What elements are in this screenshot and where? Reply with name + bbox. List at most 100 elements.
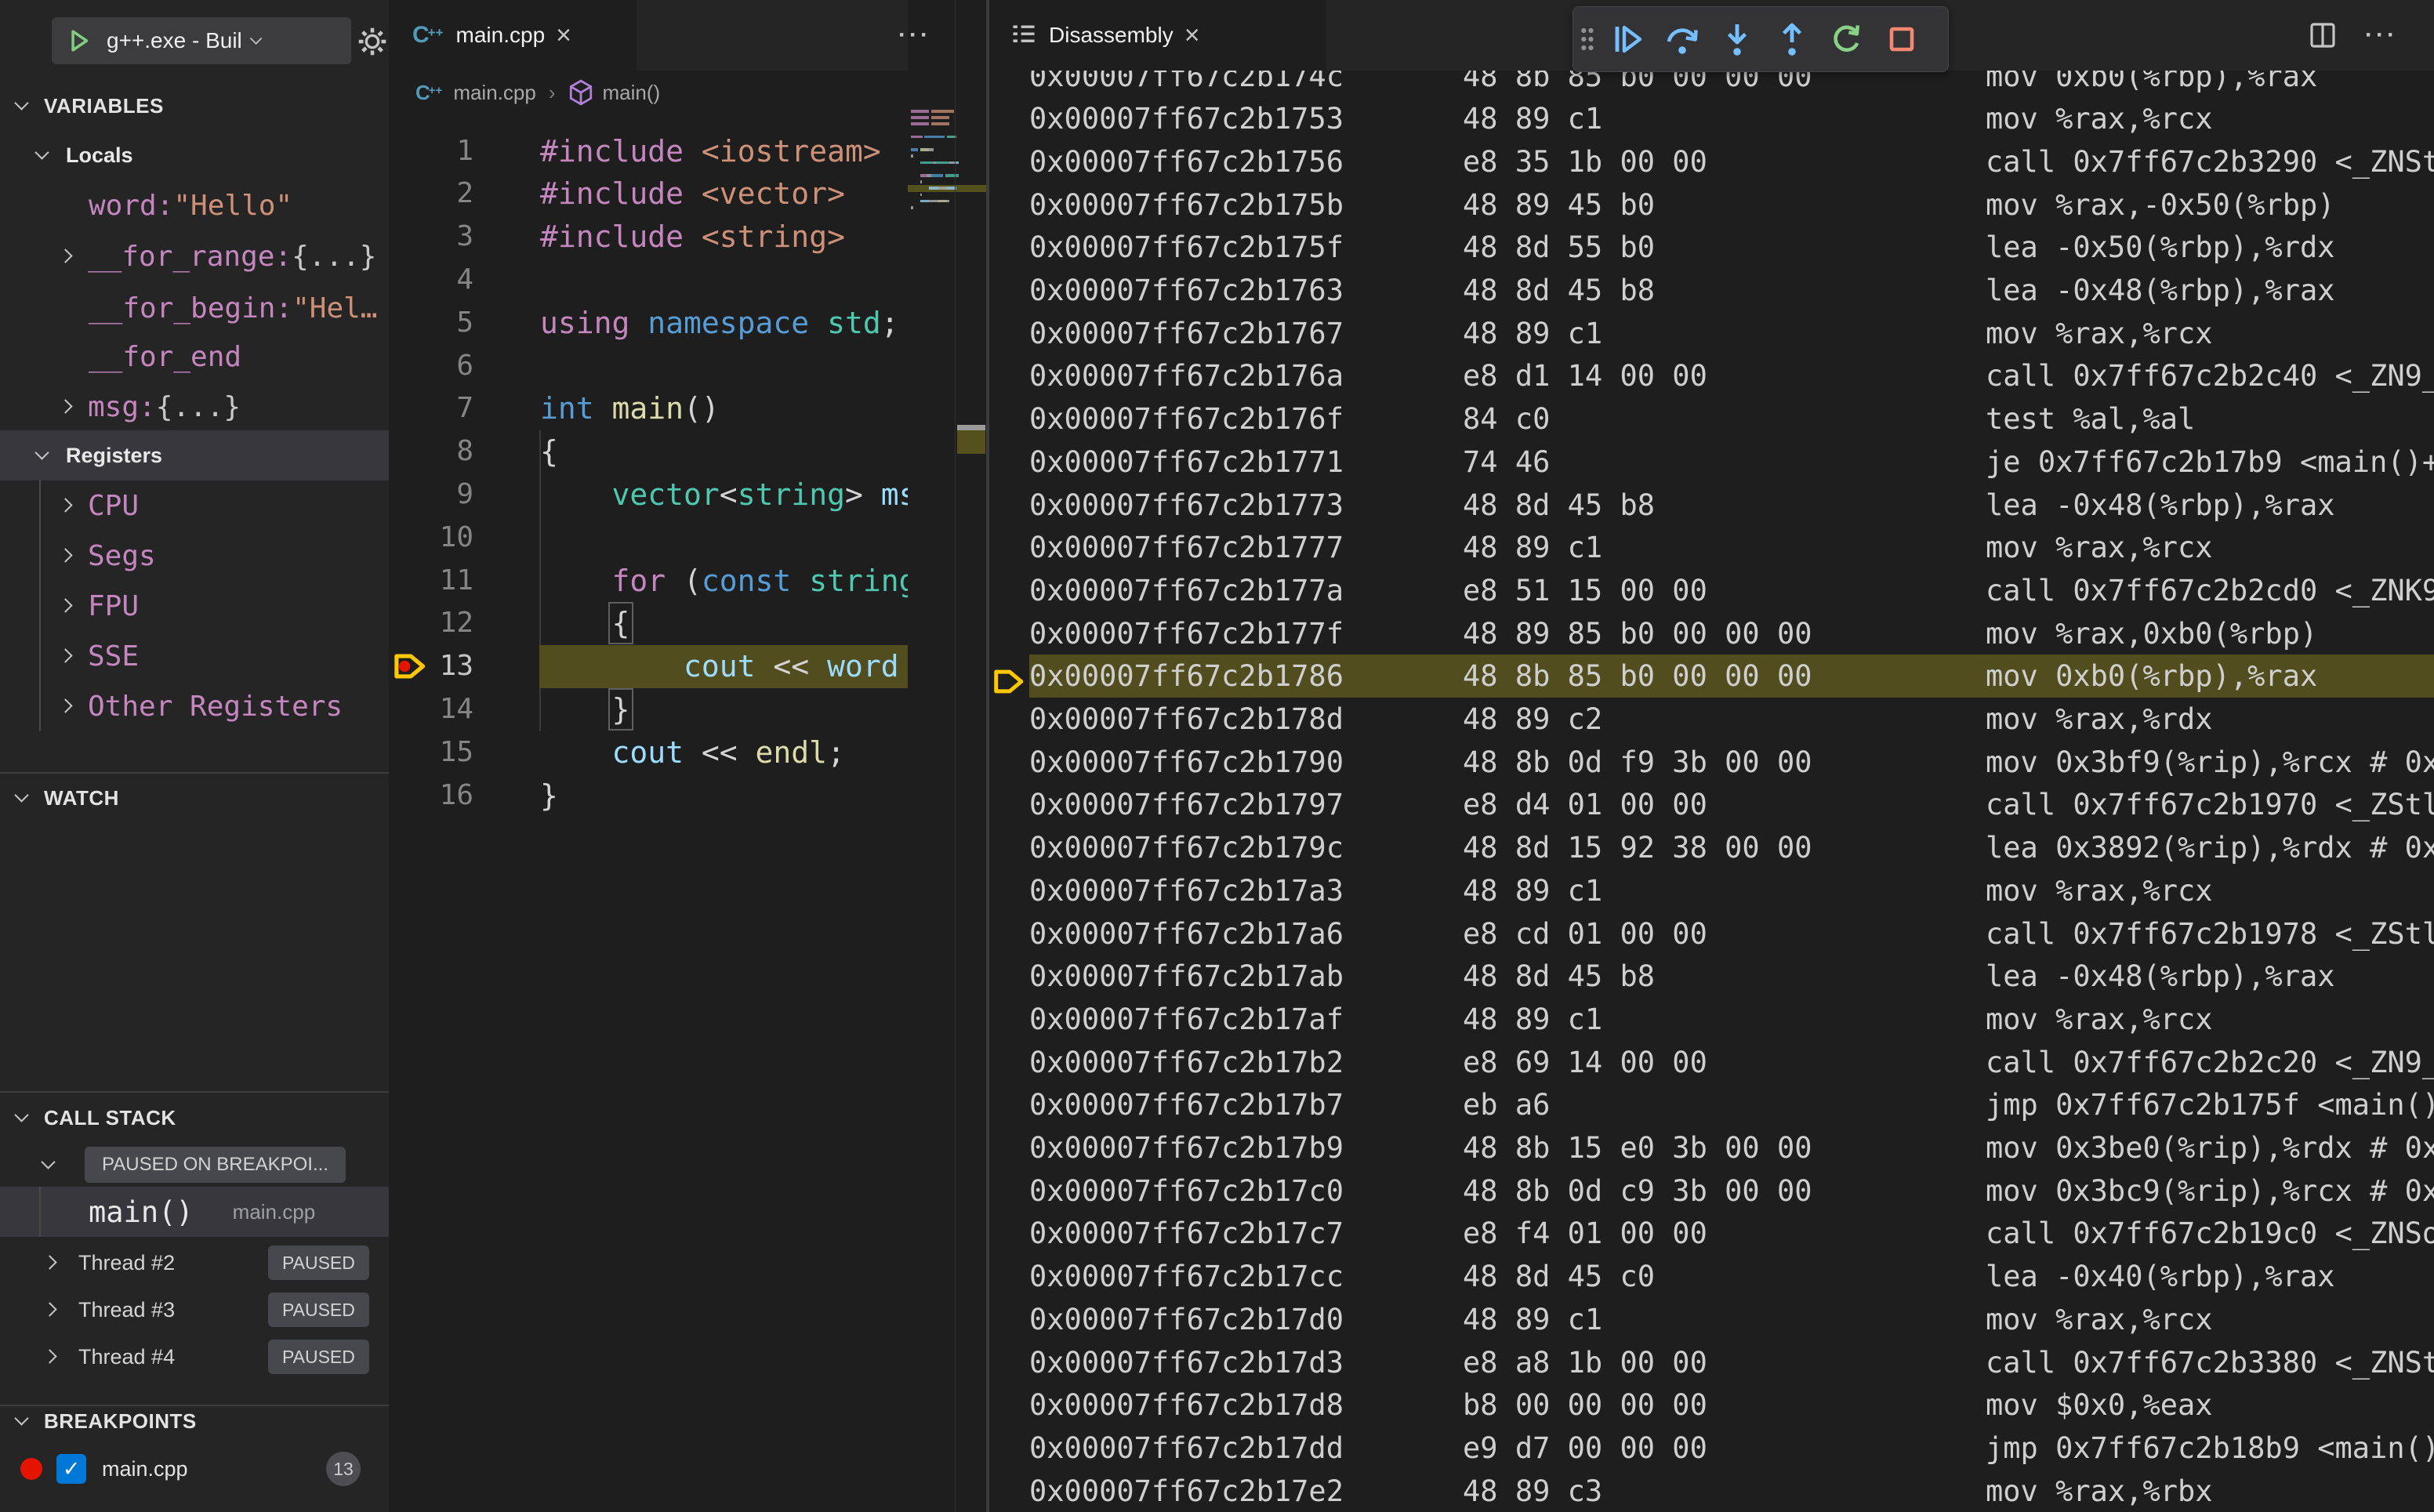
code-line[interactable]: #include <string> <box>540 216 845 259</box>
code-area[interactable]: 1#include <iostream>2#include <vector>3#… <box>389 114 908 1512</box>
tree-item[interactable]: msg: {...} <box>0 382 389 432</box>
tree-item[interactable]: SSE <box>0 631 389 681</box>
tree-item[interactable]: FPU <box>0 581 389 631</box>
disasm-row[interactable]: 0x00007ff67c2b178648 8b 85 b0 00 00 00mo… <box>989 654 2434 698</box>
disasm-row[interactable]: 0x00007ff67c2b17d3e8 a8 1b 00 00call 0x7… <box>989 1341 2434 1384</box>
breadcrumb-file[interactable]: main.cpp <box>453 81 536 105</box>
disasm-row[interactable]: 0x00007ff67c2b17dde9 d7 00 00 00jmp 0x7f… <box>989 1427 2434 1470</box>
section-header-breakpoints[interactable]: BREAKPOINTS <box>0 1396 389 1446</box>
chevron-down-icon <box>14 98 30 114</box>
disasm-row[interactable]: 0x00007ff67c2b17d8b8 00 00 00 00mov $0x0… <box>989 1383 2434 1427</box>
breadcrumb-symbol[interactable]: main() <box>602 81 660 105</box>
breakpoint-row[interactable]: ✓ main.cpp 13 <box>0 1444 389 1494</box>
tree-item[interactable]: Locals <box>0 130 389 180</box>
disasm-row[interactable]: 0x00007ff67c2b177f48 89 85 b0 00 00 00mo… <box>989 612 2434 655</box>
gear-icon[interactable] <box>354 24 390 60</box>
section-header-watch[interactable]: WATCH <box>0 773 389 823</box>
line-number: 1 <box>419 130 473 173</box>
code-line[interactable]: for (const string <box>540 560 908 603</box>
disasm-row[interactable]: 0x00007ff67c2b178d48 89 c2mov %rax,%rdx <box>989 698 2434 741</box>
debug-toolbar <box>1572 6 1949 72</box>
disasm-address: 0x00007ff67c2b17d0 <box>1029 1298 1344 1341</box>
tree-item[interactable]: __for_range: {...} <box>0 231 389 281</box>
scrollbar-slider[interactable] <box>957 425 985 430</box>
disasm-row[interactable]: 0x00007ff67c2b177748 89 c1mov %rax,%rcx <box>989 526 2434 569</box>
call-stack-session-row[interactable]: PAUSED ON BREAKPOI... <box>0 1140 389 1190</box>
tree-item[interactable]: __for_begin: "Hel… <box>0 283 389 333</box>
call-stack-thread-row[interactable]: Thread #3PAUSED <box>0 1285 389 1335</box>
continue-button[interactable] <box>1600 12 1655 67</box>
code-line[interactable]: int main() <box>540 387 720 430</box>
disasm-row[interactable]: 0x00007ff67c2b175f48 8d 55 b0lea -0x50(%… <box>989 226 2434 269</box>
tab-disassembly[interactable]: Disassembly × <box>989 0 1326 71</box>
step-over-button[interactable] <box>1655 12 1710 67</box>
overview-ruler[interactable] <box>955 0 987 1512</box>
disasm-row[interactable]: 0x00007ff67c2b17d048 89 c1mov %rax,%rcx <box>989 1298 2434 1341</box>
tree-item[interactable]: Segs <box>0 531 389 581</box>
code-line[interactable]: { <box>540 430 558 473</box>
disasm-row[interactable]: 0x00007ff67c2b17e248 89 c3mov %rax,%rbx <box>989 1470 2434 1512</box>
code-line[interactable]: } <box>540 688 629 731</box>
split-editor-button[interactable] <box>2306 0 2339 71</box>
disasm-row[interactable]: 0x00007ff67c2b179048 8b 0d f9 3b 00 00mo… <box>989 741 2434 784</box>
code-token: string <box>809 564 908 598</box>
disasm-row[interactable]: 0x00007ff67c2b179c48 8d 15 92 38 00 00le… <box>989 826 2434 869</box>
restart-button[interactable] <box>1819 12 1874 67</box>
disasm-row[interactable]: 0x00007ff67c2b1756e8 35 1b 00 00call 0x7… <box>989 140 2434 183</box>
disasm-row[interactable]: 0x00007ff67c2b17c048 8b 0d c9 3b 00 00mo… <box>989 1169 2434 1213</box>
line-number: 4 <box>419 259 473 302</box>
code-line[interactable]: cout << word <box>540 645 899 688</box>
disasm-row[interactable]: 0x00007ff67c2b176748 89 c1mov %rax,%rcx <box>989 312 2434 355</box>
code-line[interactable]: cout << endl; <box>540 731 845 774</box>
disasm-row[interactable]: 0x00007ff67c2b17a348 89 c1mov %rax,%rcx <box>989 869 2434 912</box>
step-out-button[interactable] <box>1765 12 1819 67</box>
code-line[interactable]: using namespace std; <box>540 302 899 345</box>
disasm-row[interactable]: 0x00007ff67c2b17b2e8 69 14 00 00call 0x7… <box>989 1041 2434 1084</box>
disasm-row[interactable]: 0x00007ff67c2b1797e8 d4 01 00 00call 0x7… <box>989 783 2434 826</box>
disasm-row[interactable]: 0x00007ff67c2b17a6e8 cd 01 00 00call 0x7… <box>989 912 2434 955</box>
code-line[interactable]: vector<string> ms <box>540 473 908 517</box>
minimap-line <box>920 148 930 151</box>
tree-item[interactable]: Registers <box>0 430 389 480</box>
call-stack-frame-row[interactable]: main() main.cpp <box>0 1187 389 1237</box>
tree-item[interactable]: Other Registers <box>0 681 389 731</box>
disasm-row[interactable]: 0x00007ff67c2b17b7eb a6jmp 0x7ff67c2b175… <box>989 1083 2434 1126</box>
disasm-row[interactable]: 0x00007ff67c2b17c7e8 f4 01 00 00call 0x7… <box>989 1212 2434 1255</box>
section-header-call-stack[interactable]: CALL STACK <box>0 1093 389 1143</box>
disasm-row[interactable]: 0x00007ff67c2b177348 8d 45 b8lea -0x48(%… <box>989 484 2434 527</box>
close-icon[interactable]: × <box>556 22 571 49</box>
disasm-row[interactable]: 0x00007ff67c2b175b48 89 45 b0mov %rax,-0… <box>989 183 2434 227</box>
disasm-row[interactable]: 0x00007ff67c2b176f84 c0test %al,%al <box>989 397 2434 441</box>
more-actions-icon[interactable]: ··· <box>898 22 931 49</box>
disasm-row[interactable]: 0x00007ff67c2b17ab48 8d 45 b8lea -0x48(%… <box>989 955 2434 998</box>
tab-main-cpp[interactable]: C++ main.cpp × <box>389 0 637 71</box>
disasm-row[interactable]: 0x00007ff67c2b176348 8d 45 b8lea -0x48(%… <box>989 269 2434 312</box>
drag-handle-icon[interactable] <box>1573 12 1600 67</box>
disasm-row[interactable]: 0x00007ff67c2b17b948 8b 15 e0 3b 00 00mo… <box>989 1126 2434 1169</box>
editor-actions[interactable]: ··· <box>2365 0 2398 71</box>
tree-item[interactable]: __for_end <box>0 332 389 382</box>
code-line[interactable]: } <box>540 774 558 818</box>
call-stack-thread-row[interactable]: Thread #4PAUSED <box>0 1332 389 1382</box>
disasm-row[interactable]: 0x00007ff67c2b17cc48 8d 45 c0lea -0x40(%… <box>989 1255 2434 1298</box>
close-icon[interactable]: × <box>1184 22 1200 49</box>
step-into-button[interactable] <box>1710 12 1765 67</box>
disasm-row[interactable]: 0x00007ff67c2b175348 89 c1mov %rax,%rcx <box>989 97 2434 140</box>
disasm-address: 0x00007ff67c2b17cc <box>1029 1255 1344 1298</box>
start-debugging-icon[interactable] <box>64 26 94 56</box>
section-header-variables[interactable]: VARIABLES <box>0 81 389 131</box>
code-line[interactable]: #include <vector> <box>540 172 845 216</box>
disasm-row[interactable]: 0x00007ff67c2b17af48 89 c1mov %rax,%rcx <box>989 998 2434 1041</box>
code-line[interactable]: #include <iostream> <box>540 130 881 173</box>
tree-item[interactable]: CPU <box>0 480 389 531</box>
tree-item[interactable]: word: "Hello" <box>0 180 389 230</box>
code-line[interactable]: { <box>540 602 629 645</box>
disasm-bytes: 48 89 c1 <box>1463 1298 1602 1341</box>
call-stack-thread-row[interactable]: Thread #2PAUSED <box>0 1238 389 1288</box>
disasm-row[interactable]: 0x00007ff67c2b176ae8 d1 14 00 00call 0x7… <box>989 354 2434 397</box>
disasm-row[interactable]: 0x00007ff67c2b177174 46je 0x7ff67c2b17b9… <box>989 441 2434 484</box>
launch-config-dropdown[interactable]: g++.exe - Buil <box>52 17 351 64</box>
disasm-row[interactable]: 0x00007ff67c2b177ae8 51 15 00 00call 0x7… <box>989 569 2434 612</box>
stop-button[interactable] <box>1874 12 1929 67</box>
breakpoint-checkbox[interactable]: ✓ <box>56 1454 86 1484</box>
